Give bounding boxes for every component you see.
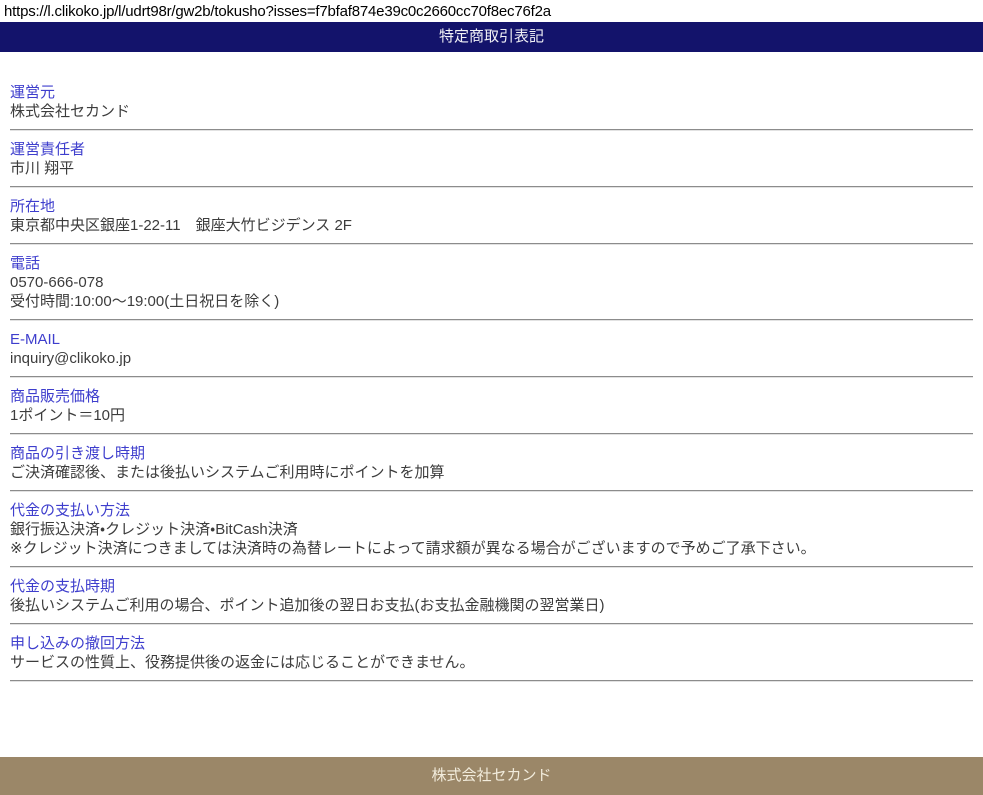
section-value: inquiry@clikoko.jp [10, 349, 973, 368]
section-value-line: 銀行振込決済・クレジット決済・BitCash決済 [10, 520, 973, 539]
section-value-line: 東京都中央区銀座1-22-11 銀座大竹ビジデンス 2F [10, 216, 973, 235]
section-divider [10, 243, 973, 245]
section-value: 株式会社セカンド [10, 102, 973, 121]
section-label: 申し込みの撤回方法 [10, 634, 973, 653]
section-value: 0570-666-078受付時間:10:00～19:00(土日祝日を除く) [10, 273, 973, 311]
section-divider [10, 490, 973, 492]
tokusho-section: E-MAIL inquiry@clikoko.jp [10, 330, 973, 378]
tokusho-section: 商品販売価格 1ポイント＝10円 [10, 387, 973, 435]
tokusho-sections: 運営元 株式会社セカンド 運営責任者 市川 翔平 所在地 東京都中央区銀座1-2… [0, 52, 983, 682]
section-value: 1ポイント＝10円 [10, 406, 973, 425]
section-value-line: inquiry@clikoko.jp [10, 349, 973, 368]
tokusho-section: 電話 0570-666-078受付時間:10:00～19:00(土日祝日を除く) [10, 254, 973, 321]
tokusho-section: 商品の引き渡し時期 ご決済確認後、または後払いシステムご利用時にポイントを加算 [10, 444, 973, 492]
section-divider [10, 680, 973, 682]
tokusho-section: 代金の支払時期 後払いシステムご利用の場合、ポイント追加後の翌日お支払(お支払金… [10, 577, 973, 625]
section-value-line: 株式会社セカンド [10, 102, 973, 121]
section-value: 市川 翔平 [10, 159, 973, 178]
section-value-line: 後払いシステムご利用の場合、ポイント追加後の翌日お支払(お支払金融機関の翌営業日… [10, 596, 973, 615]
page-title-bar: 特定商取引表記 [0, 22, 983, 52]
section-label: 運営責任者 [10, 140, 973, 159]
section-value: 後払いシステムご利用の場合、ポイント追加後の翌日お支払(お支払金融機関の翌営業日… [10, 596, 973, 615]
tokusho-section: 運営元 株式会社セカンド [10, 83, 973, 131]
section-value: 東京都中央区銀座1-22-11 銀座大竹ビジデンス 2F [10, 216, 973, 235]
section-label: 代金の支払時期 [10, 577, 973, 596]
section-label: 電話 [10, 254, 973, 273]
section-label: 所在地 [10, 197, 973, 216]
section-divider [10, 376, 973, 378]
section-value-line: ※クレジット決済につきましては決済時の為替レートによって請求額が異なる場合がござ… [10, 539, 973, 558]
section-divider [10, 433, 973, 435]
section-value-line: ご決済確認後、または後払いシステムご利用時にポイントを加算 [10, 463, 973, 482]
page-title: 特定商取引表記 [439, 28, 544, 45]
section-value-line: 0570-666-078 [10, 273, 973, 292]
section-value: 銀行振込決済・クレジット決済・BitCash決済※クレジット決済につきましては決… [10, 520, 973, 558]
section-value-line: サービスの性質上、役務提供後の返金には応じることができません。 [10, 653, 973, 672]
tokusho-page: https://l.clikoko.jp/l/udrt98r/gw2b/toku… [0, 0, 983, 795]
section-value-line: 市川 翔平 [10, 159, 973, 178]
section-divider [10, 129, 973, 131]
footer-company-name: 株式会社セカンド [431, 767, 551, 784]
section-label: 代金の支払い方法 [10, 501, 973, 520]
tokusho-section: 代金の支払い方法 銀行振込決済・クレジット決済・BitCash決済※クレジット決… [10, 501, 973, 568]
section-value-line: 1ポイント＝10円 [10, 406, 973, 425]
section-label: E-MAIL [10, 330, 973, 349]
tokusho-section: 申し込みの撤回方法 サービスの性質上、役務提供後の返金には応じることができません… [10, 634, 973, 682]
page-url-text: https://l.clikoko.jp/l/udrt98r/gw2b/toku… [0, 0, 983, 22]
section-value: サービスの性質上、役務提供後の返金には応じることができません。 [10, 653, 973, 672]
section-value: ご決済確認後、または後払いシステムご利用時にポイントを加算 [10, 463, 973, 482]
tokusho-section: 運営責任者 市川 翔平 [10, 140, 973, 188]
section-label: 商品の引き渡し時期 [10, 444, 973, 463]
section-label: 運営元 [10, 83, 973, 102]
page-footer: 株式会社セカンド [0, 757, 983, 795]
section-divider [10, 623, 973, 625]
section-value-line: 受付時間:10:00～19:00(土日祝日を除く) [10, 292, 973, 311]
section-divider [10, 319, 973, 321]
section-label: 商品販売価格 [10, 387, 973, 406]
tokusho-section: 所在地 東京都中央区銀座1-22-11 銀座大竹ビジデンス 2F [10, 197, 973, 245]
section-divider [10, 186, 973, 188]
section-divider [10, 566, 973, 568]
